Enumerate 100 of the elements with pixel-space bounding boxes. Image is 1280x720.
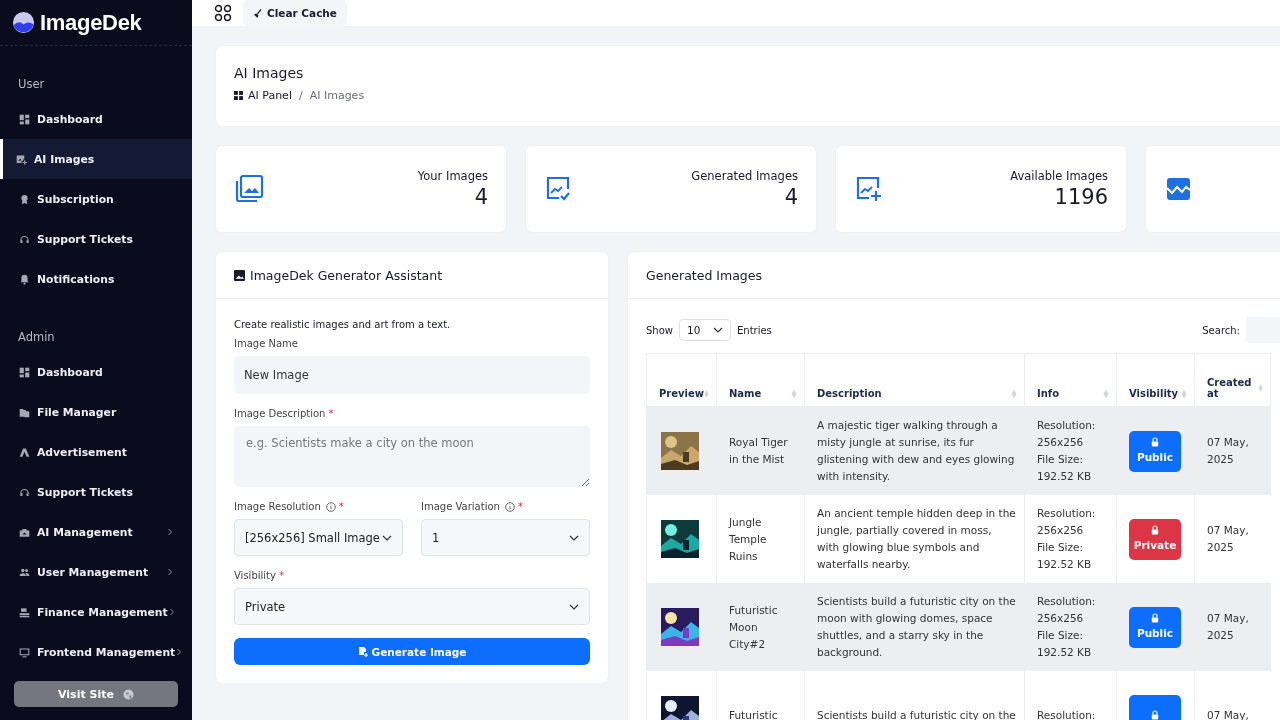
page-size-select[interactable]: 10 — [679, 319, 731, 341]
resolution-select[interactable]: [256x256] Small Image — [234, 519, 403, 556]
sidebar-item[interactable]: Subscription — [0, 179, 192, 219]
sort-icon — [1103, 388, 1109, 399]
sort-icon — [791, 388, 797, 399]
table-cell: Futuristic Moon City#2 — [716, 583, 805, 671]
sidebar-item[interactable]: Support Tickets — [0, 472, 192, 512]
table-cell: Royal Tiger in the Mist — [716, 406, 805, 495]
monitor-icon — [19, 646, 30, 658]
chevron-right-icon — [175, 648, 184, 656]
sidebar-item[interactable]: AI Images — [0, 139, 192, 179]
register-icon — [19, 606, 30, 618]
show-label: Show — [646, 324, 673, 336]
info-icon — [325, 501, 336, 512]
apps-icon[interactable] — [214, 4, 232, 22]
intro-text: Create realistic images and art from a text. — [234, 319, 452, 330]
dashboard-icon — [19, 113, 30, 125]
sidebar-item[interactable]: Notifications — [0, 259, 192, 299]
stat-value: 1196 — [1053, 185, 1108, 209]
image-description-field[interactable]: e.g. Scientists make a city on the moon — [234, 426, 590, 487]
variation-select[interactable]: 1 — [421, 519, 590, 556]
headset-icon — [19, 233, 30, 245]
users-icon — [19, 566, 30, 578]
entries-label: Entries — [737, 324, 772, 336]
breadcrumb-separator: / — [298, 89, 303, 102]
broom-icon — [253, 8, 262, 18]
table-cell: Resolution: 256x256 File Size: 192.52 KB — [1024, 406, 1117, 495]
table-cell: A majestic tiger walking through a misty jungle at sunrise, its fur glistening with dew and eyes glowing with intensity. — [804, 406, 1025, 495]
field-label: Image Description — [234, 408, 326, 419]
chevron-right-icon — [166, 568, 174, 576]
panel-title: ImageDek Generator Assistant — [250, 267, 443, 283]
chevron-down-icon — [569, 603, 579, 610]
visibility-badge: Private — [1129, 518, 1181, 560]
sidebar-item[interactable]: File Manager — [0, 392, 192, 432]
table-cell: Futuristic — [716, 671, 805, 720]
column-header[interactable]: Description — [804, 353, 1025, 407]
breadcrumb-current: AI Images — [309, 89, 365, 102]
chevron-down-icon — [713, 327, 723, 333]
visibility-badge: Public — [1129, 606, 1181, 648]
chevron-down-icon — [569, 534, 579, 541]
award-icon — [19, 193, 30, 205]
stat-label: Available Images — [1010, 169, 1108, 183]
sidebar-item[interactable]: Support Tickets — [0, 219, 192, 259]
image-name-field[interactable]: New Image — [234, 356, 590, 394]
column-header[interactable]: Info — [1024, 353, 1117, 407]
sidebar-item[interactable]: Advertisement — [0, 432, 192, 472]
sidebar-section-title: User — [17, 76, 46, 93]
search-label: Search: — [1202, 324, 1240, 336]
image-sparkle-icon — [357, 646, 368, 657]
column-header[interactable]: Visibility — [1116, 353, 1195, 407]
column-header[interactable]: Preview — [646, 353, 717, 407]
field-label: Image Resolution — [234, 501, 321, 512]
sidebar-item[interactable]: Dashboard — [0, 352, 192, 392]
lock-icon — [1151, 524, 1159, 535]
stat-value: 4 — [473, 185, 488, 209]
headset-icon — [19, 486, 30, 498]
table-cell: 07 May, 2025 — [1194, 406, 1271, 495]
logo-icon — [12, 11, 35, 34]
page-title: AI Images — [234, 65, 305, 81]
bell-icon — [19, 273, 30, 285]
info-icon — [504, 501, 515, 512]
sidebar-item[interactable]: AI Management — [0, 512, 192, 552]
table-cell: Scientists build a futuristic city on the — [804, 671, 1025, 720]
breadcrumb-link[interactable]: AI Panel — [248, 89, 292, 102]
sidebar-item[interactable]: User Management — [0, 552, 192, 592]
sidebar-item[interactable]: Frontend Management — [0, 632, 192, 672]
lock-icon — [1151, 436, 1159, 447]
briefcase-icon — [19, 526, 30, 538]
chevron-down-icon — [382, 534, 392, 541]
grid-icon — [234, 91, 243, 100]
stat-label: Your Images — [417, 169, 488, 183]
required-mark: * — [328, 408, 334, 419]
table-cell: Scientists build a futuristic city on the moon with glowing domes, space shuttles, and a starry sky in the background. — [804, 583, 1025, 671]
table-cell: 07 May, 2025 — [1194, 583, 1271, 671]
visit-site-button[interactable]: Visit Site — [14, 681, 178, 707]
chevron-right-icon — [167, 608, 176, 616]
sidebar-section-title: Admin — [17, 329, 56, 346]
stat-label: Generated Images — [691, 169, 798, 183]
required-mark: * — [517, 501, 523, 512]
globe-icon — [122, 688, 134, 700]
panel-title: Generated Images — [646, 267, 762, 283]
sort-icon — [704, 388, 709, 399]
files-icon — [19, 406, 30, 418]
visibility-badge: Public — [1129, 430, 1181, 472]
sort-icon — [1181, 388, 1187, 399]
visibility-select[interactable]: Private — [234, 588, 590, 625]
table-cell: Resolution: — [1024, 671, 1117, 720]
lock-icon — [1151, 612, 1159, 623]
chevron-right-icon — [166, 528, 174, 536]
generate-image-button[interactable]: Generate Image — [234, 638, 590, 665]
table-cell: 07 May, — [1194, 671, 1271, 720]
image-add-icon — [16, 153, 27, 165]
clear-cache-button[interactable]: Clear Cache — [243, 0, 347, 26]
image-icon — [234, 269, 245, 281]
column-header[interactable]: Name — [716, 353, 805, 407]
field-label: Visibility — [234, 570, 276, 581]
sidebar-item[interactable]: Finance Management — [0, 592, 192, 632]
gallery-icon — [234, 174, 264, 204]
sidebar-item[interactable]: Dashboard — [0, 99, 192, 139]
column-header[interactable]: Created at — [1194, 353, 1271, 407]
